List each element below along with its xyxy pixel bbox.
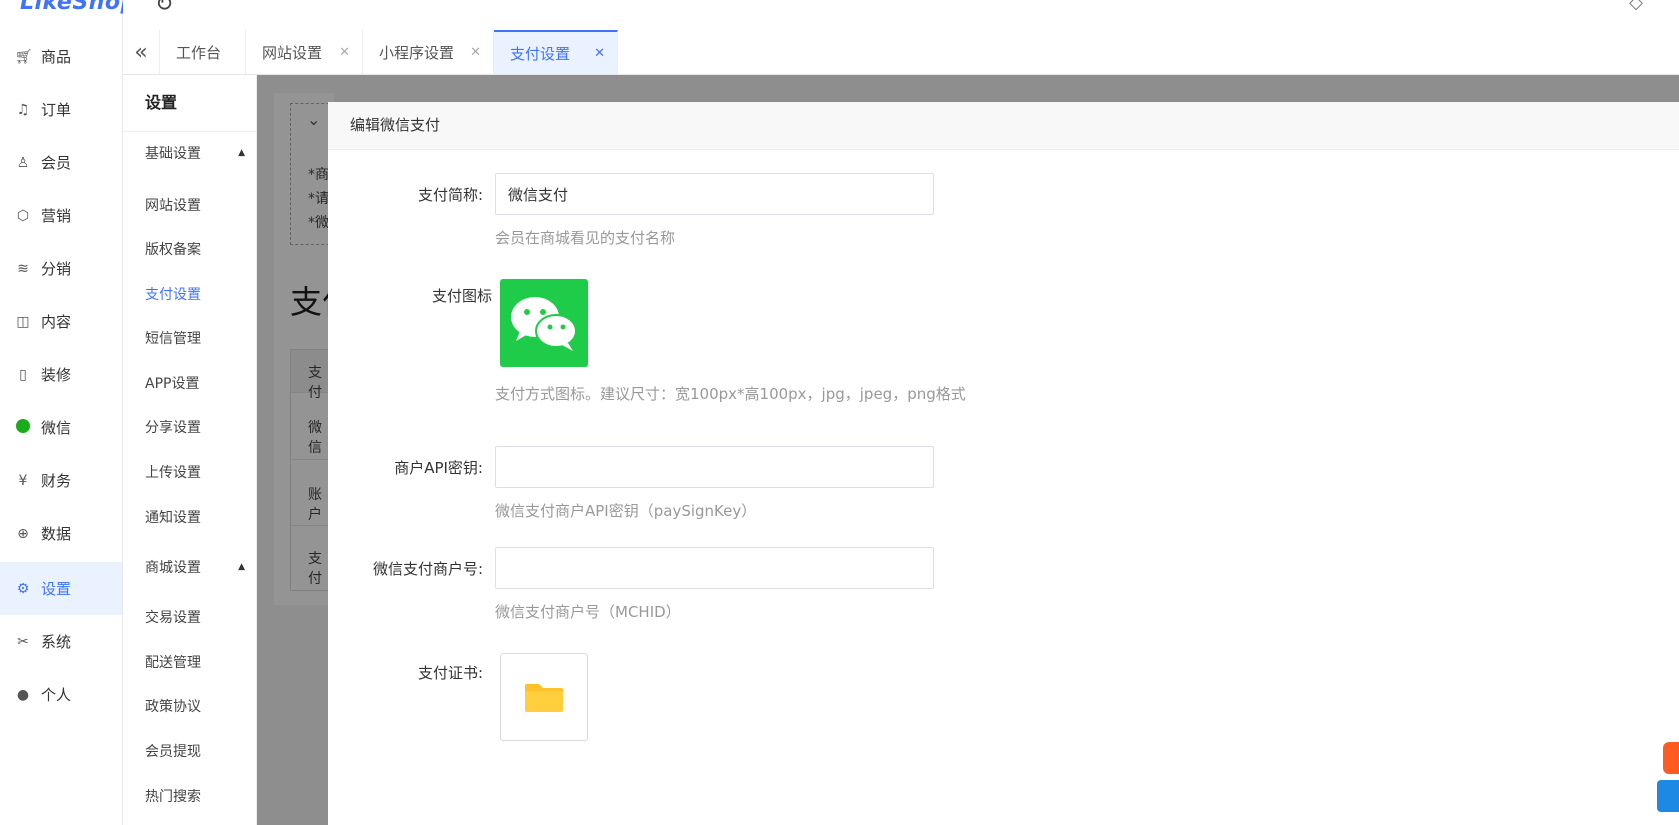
sidebar-item-label: 装修: [41, 366, 72, 384]
wechat-logo-icon: [511, 297, 577, 351]
submenu-group-label: 商城设置: [145, 560, 201, 576]
tab-label: 支付设置: [510, 44, 571, 63]
close-icon[interactable]: ✕: [470, 45, 481, 60]
wechat-pay-icon[interactable]: [500, 279, 588, 367]
submenu-item-site[interactable]: 网站设置: [145, 195, 201, 215]
caret-up-icon: ▲: [238, 148, 245, 158]
sidebar-item-distribution[interactable]: ≋ 分销: [0, 242, 122, 295]
submenu-item-payment[interactable]: 支付设置: [145, 284, 201, 304]
sidebar-item-label: 商品: [41, 48, 72, 66]
api-key-label: 商户API密钥:: [394, 459, 483, 477]
refresh-icon[interactable]: ↻: [155, 0, 173, 17]
modal-title: 编辑微信支付: [328, 102, 1679, 150]
mchid-input[interactable]: [495, 547, 934, 589]
caret-up-icon: ▲: [238, 562, 245, 572]
sidebar-item-label: 分销: [41, 260, 72, 278]
submenu-item-notify[interactable]: 通知设置: [145, 507, 201, 527]
submenu-item-delivery[interactable]: 配送管理: [145, 652, 201, 672]
wechat-icon: [15, 418, 31, 437]
sidebar-item-label: 数据: [41, 525, 72, 543]
person-icon: ●: [16, 686, 30, 703]
submenu-title: 设置: [123, 75, 256, 132]
submenu-item-copyright[interactable]: 版权备案: [145, 239, 201, 259]
main-sidebar: LikeShop 🛒︎ 商品 ♫ 订单 ♙ 会员 ⬡ 营销 ≋ 分销 ◫ 内容 …: [0, 0, 136, 825]
submenu-group-mall[interactable]: 商城设置 ▲: [123, 557, 257, 577]
sidebar-item-label: 订单: [41, 101, 72, 119]
phone-icon: ▯: [19, 366, 27, 383]
pay-icon-label: 支付图标: [431, 287, 492, 305]
pay-name-input[interactable]: [495, 173, 934, 215]
sidebar-item-content[interactable]: ◫ 内容: [0, 295, 122, 348]
tools-icon: ✂: [17, 633, 29, 650]
sidebar-item-decoration[interactable]: ▯ 装修: [0, 348, 122, 401]
submenu-item-upload[interactable]: 上传设置: [145, 462, 201, 482]
submenu-item-policy[interactable]: 政策协议: [145, 696, 201, 716]
top-header: ↻ ◇: [123, 0, 1679, 31]
pay-icon-help: 支付方式图标。建议尺寸：宽100px*高100px，jpg，jpeg，png格式: [495, 385, 966, 403]
sidebar-item-label: 财务: [41, 472, 72, 490]
sidebar-item-label: 微信: [41, 419, 72, 437]
globe-icon: ⊕: [17, 525, 29, 542]
sidebar-item-label: 设置: [41, 580, 72, 598]
submenu-item-withdraw[interactable]: 会员提现: [145, 741, 201, 761]
tab-payment-settings[interactable]: 支付设置 ✕: [494, 30, 618, 74]
tab-miniprogram-settings[interactable]: 小程序设置 ✕: [363, 30, 494, 74]
close-icon[interactable]: ✕: [339, 45, 350, 60]
cert-label: 支付证书:: [417, 664, 483, 682]
user-icon: ♙: [16, 154, 30, 171]
cert-upload[interactable]: [500, 653, 588, 741]
edit-wechat-pay-modal: 编辑微信支付 支付简称: 会员在商城看见的支付名称 支付图标 支付方式图标。建议…: [328, 102, 1679, 825]
sidebar-item-label: 内容: [41, 313, 72, 331]
submenu-item-app[interactable]: APP设置: [145, 373, 199, 393]
layers-icon: ≋: [17, 260, 29, 277]
api-key-help: 微信支付商户API密钥（paySignKey）: [495, 502, 757, 520]
mchid-help: 微信支付商户号（MCHID）: [495, 603, 681, 621]
sidebar-item-members[interactable]: ♙ 会员: [0, 136, 122, 189]
pay-name-help: 会员在商城看见的支付名称: [495, 229, 676, 247]
submenu-item-trade[interactable]: 交易设置: [145, 607, 201, 627]
sidebar-item-marketing[interactable]: ⬡ 营销: [0, 189, 122, 242]
sidebar-item-label: 会员: [41, 154, 72, 172]
sidebar-item-orders[interactable]: ♫ 订单: [0, 83, 122, 136]
folder-icon: [525, 684, 563, 712]
sidebar-item-system[interactable]: ✂ 系统: [0, 615, 122, 668]
gear-icon: ⚙: [16, 580, 30, 597]
sidebar-item-finance[interactable]: ¥ 财务: [0, 454, 122, 507]
close-icon[interactable]: ✕: [594, 46, 605, 61]
sidebar-item-label: 系统: [41, 633, 72, 651]
floating-help-button[interactable]: [1657, 780, 1679, 812]
submenu-item-sms[interactable]: 短信管理: [145, 328, 201, 348]
sidebar-item-goods[interactable]: 🛒︎ 商品: [0, 30, 122, 83]
sidebar-item-label: 个人: [41, 686, 72, 704]
mchid-label: 微信支付商户号:: [372, 560, 483, 578]
cube-icon: ⬡: [16, 207, 30, 224]
submenu-group-basic[interactable]: 基础设置 ▲: [123, 143, 257, 163]
tab-site-settings[interactable]: 网站设置 ✕: [246, 30, 363, 74]
submenu-item-share[interactable]: 分享设置: [145, 417, 201, 437]
collapse-sidebar-icon[interactable]: «: [123, 30, 160, 74]
submenu-item-hot-search[interactable]: 热门搜索: [145, 786, 201, 806]
tab-bar: « 工作台 网站设置 ✕ 小程序设置 ✕ 支付设置 ✕: [123, 30, 1679, 75]
sidebar-item-settings[interactable]: ⚙ 设置: [0, 562, 122, 615]
sidebar-item-data[interactable]: ⊕ 数据: [0, 507, 122, 560]
yen-icon: ¥: [18, 472, 28, 489]
tab-label: 工作台: [176, 43, 222, 62]
sidebar-item-personal[interactable]: ● 个人: [0, 668, 122, 721]
cart-icon: 🛒︎: [15, 48, 33, 65]
tab-label: 小程序设置: [379, 43, 455, 62]
floating-service-badge[interactable]: [1663, 742, 1679, 774]
bell-icon: ♫: [16, 101, 30, 118]
tag-icon[interactable]: ◇: [1629, 0, 1643, 13]
tab-label: 网站设置: [262, 43, 323, 62]
pay-name-label: 支付简称:: [417, 186, 483, 204]
sidebar-item-wechat[interactable]: 微信: [0, 401, 122, 454]
submenu-group-label: 基础设置: [145, 146, 201, 162]
logo: LikeShop: [20, 0, 137, 15]
tab-workbench[interactable]: 工作台: [160, 30, 246, 74]
settings-submenu: 设置 基础设置 ▲ 网站设置 版权备案 支付设置 短信管理 APP设置 分享设置…: [123, 75, 257, 825]
book-icon: ◫: [16, 313, 30, 330]
sidebar-item-label: 营销: [41, 207, 72, 225]
api-key-input[interactable]: [495, 446, 934, 488]
